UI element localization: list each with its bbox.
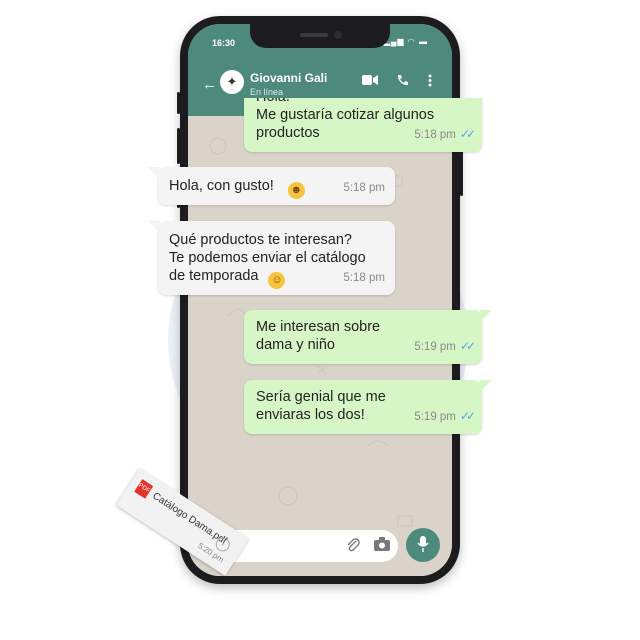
message-line: Sería genial que me: [256, 389, 386, 405]
message-time: 5:18 pm: [343, 272, 385, 284]
message-text: Hola, con gusto! ☻: [169, 177, 305, 199]
status-icons: ▂▄▆ ◠ ▬: [383, 37, 428, 46]
microphone-icon: [417, 536, 429, 552]
message-line: Me gustaría cotizar algunos: [256, 107, 435, 123]
volume-up-button: [177, 128, 180, 164]
bubble-tail: [148, 221, 160, 233]
front-camera: [334, 31, 342, 39]
message-meta: 5:19 pm ✓✓: [414, 337, 476, 356]
message-line: de temporada: [169, 268, 259, 284]
status-time: 16:30: [212, 38, 236, 48]
message-line: Hola, con gusto!: [169, 178, 274, 194]
message-bubble-outgoing[interactable]: Me interesan sobre dama y niño 5:19 pm ✓✓: [244, 310, 492, 364]
read-receipt-icon: ✓✓: [459, 409, 476, 423]
message-bubble-incoming[interactable]: Qué productos te interesan? Te podemos e…: [148, 221, 395, 295]
paperclip-icon[interactable]: [346, 537, 360, 556]
more-options-icon[interactable]: [428, 74, 432, 90]
message-line: dama y niño: [256, 337, 335, 353]
message-time: 5:18 pm: [414, 129, 456, 141]
deer-icon: ✦: [226, 74, 238, 89]
bubble-tail: [480, 310, 492, 322]
message-meta: 5:18 pm ✓✓: [414, 125, 476, 144]
video-call-icon[interactable]: [362, 74, 378, 89]
message-text-partial: Hola!: [256, 98, 290, 106]
grinning-face-icon: ☻: [287, 182, 305, 199]
message-text: Me gustaría cotizar algunos productos: [256, 106, 434, 142]
message-bubble-outgoing[interactable]: Sería genial que me enviaras los dos! 5:…: [244, 380, 492, 434]
message-line: enviaras los dos!: [256, 407, 365, 423]
message-meta: 5:19 pm ✓✓: [414, 407, 476, 426]
microphone-button[interactable]: [406, 528, 440, 562]
message-line: productos: [256, 125, 320, 141]
message-line: Te podemos enviar el catálogo: [169, 250, 366, 266]
message-bubble-outgoing[interactable]: Hola! Me gustaría cotizar algunos produc…: [244, 98, 482, 152]
mute-switch: [177, 92, 180, 114]
avatar[interactable]: ✦: [220, 70, 244, 94]
smiling-face-icon: ☺: [268, 272, 286, 289]
pdf-icon: PDF: [134, 479, 154, 499]
message-text: Qué productos te interesan? Te podemos e…: [169, 231, 366, 289]
contact-status: En línea: [250, 87, 284, 97]
message-line: Me interesan sobre: [256, 319, 381, 335]
message-time: 5:19 pm: [414, 341, 456, 353]
camera-icon[interactable]: [374, 537, 390, 554]
arrow-left-icon[interactable]: ←: [202, 76, 217, 93]
bubble-tail: [148, 167, 160, 179]
bubble-tail: [480, 380, 492, 392]
read-receipt-icon: ✓✓: [459, 339, 476, 353]
message-line: Qué productos te interesan?: [169, 232, 352, 248]
notch: [250, 24, 390, 48]
read-receipt-icon: ✓✓: [459, 127, 476, 141]
speaker: [300, 33, 328, 37]
message-text: Me interesan sobre dama y niño: [256, 318, 380, 354]
contact-name[interactable]: Giovanni Gali: [250, 71, 327, 85]
message-bubble-incoming[interactable]: Hola, con gusto! ☻ 5:18 pm: [148, 167, 395, 205]
message-time: 5:18 pm: [343, 182, 385, 194]
message-time: 5:19 pm: [414, 411, 456, 423]
phone-icon[interactable]: [396, 74, 409, 90]
message-text: Sería genial que me enviaras los dos!: [256, 388, 386, 424]
